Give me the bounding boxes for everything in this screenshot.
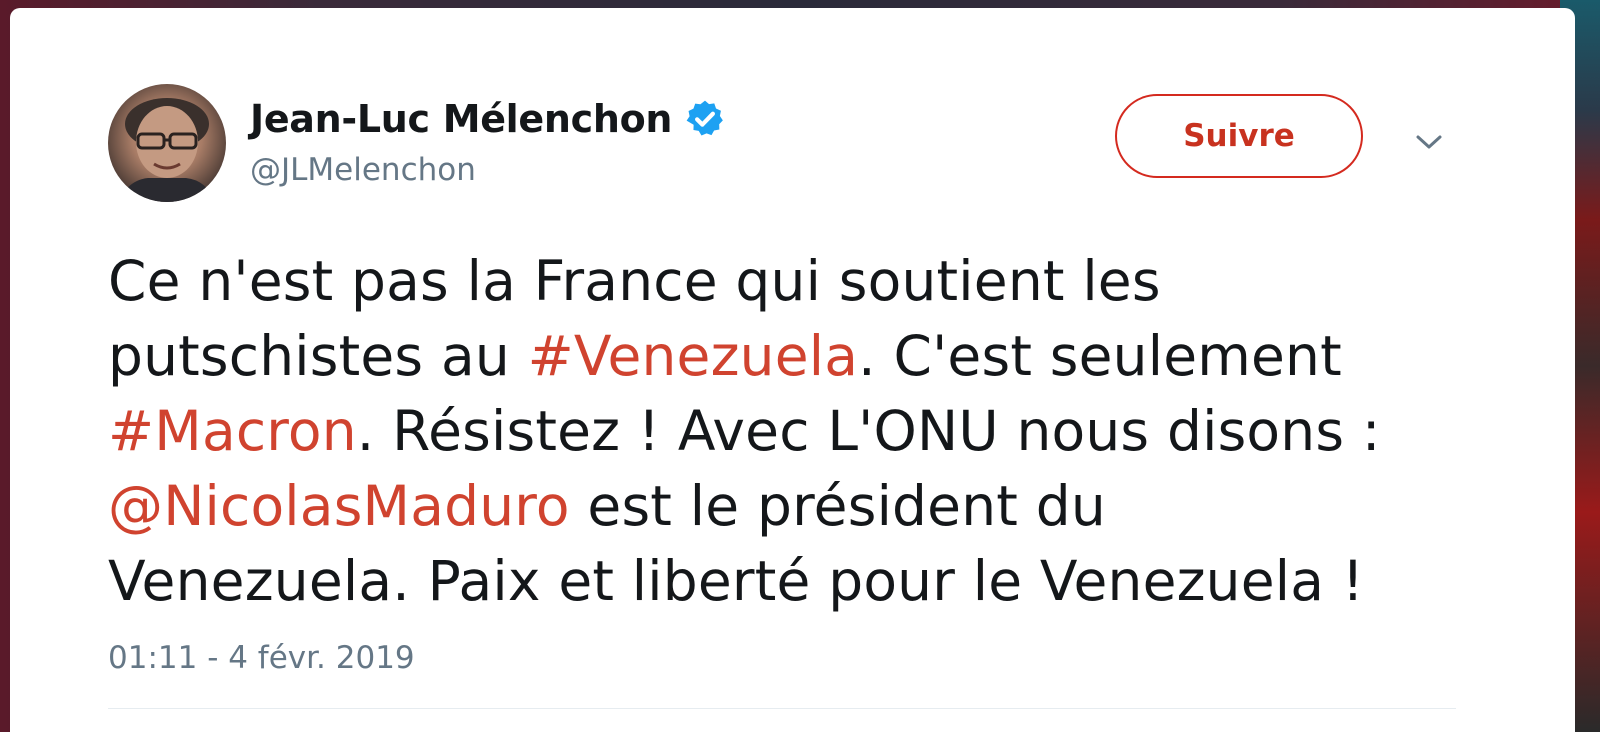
- tweet-text-segment: Venezuela. Paix et liberté pour le Venez…: [108, 549, 1365, 613]
- hashtag-link[interactable]: #Venezuela: [528, 324, 859, 388]
- tweet-text-segment: putschistes au: [108, 324, 528, 388]
- tweet-text-segment: . Résistez ! Avec L'ONU nous disons :: [356, 399, 1381, 463]
- tweet-line: #Macron. Résistez ! Avec L'ONU nous diso…: [108, 394, 1508, 469]
- author-name[interactable]: Jean-Luc Mélenchon: [250, 97, 672, 141]
- tweet-text-segment: est le président du: [569, 474, 1106, 538]
- author-handle[interactable]: @JLMelenchon: [250, 152, 476, 188]
- tweet-line: @NicolasMaduro est le président du: [108, 469, 1508, 544]
- tweet-timestamp[interactable]: 01:11 - 4 févr. 2019: [108, 640, 415, 676]
- verified-badge-icon: [684, 98, 726, 140]
- follow-button[interactable]: Suivre: [1115, 94, 1363, 178]
- mention-link[interactable]: @NicolasMaduro: [108, 474, 570, 538]
- avatar[interactable]: [108, 84, 226, 202]
- hashtag-link[interactable]: #Macron: [108, 399, 357, 463]
- tweet-line: putschistes au #Venezuela. C'est seuleme…: [108, 319, 1508, 394]
- tweet-text-segment: Ce n'est pas la France qui soutient les: [108, 249, 1161, 313]
- tweet-line: Ce n'est pas la France qui soutient les: [108, 244, 1508, 319]
- divider: [108, 708, 1456, 709]
- tweet-text-segment: . C'est seulement: [858, 324, 1342, 388]
- tweet-line: Venezuela. Paix et liberté pour le Venez…: [108, 544, 1508, 619]
- author-row: Jean-Luc Mélenchon: [250, 94, 726, 144]
- tweet-text: Ce n'est pas la France qui soutient les p…: [108, 244, 1508, 619]
- chevron-down-icon[interactable]: [1414, 132, 1444, 152]
- tweet-card: Jean-Luc Mélenchon @JLMelenchon Suivre C…: [10, 8, 1575, 732]
